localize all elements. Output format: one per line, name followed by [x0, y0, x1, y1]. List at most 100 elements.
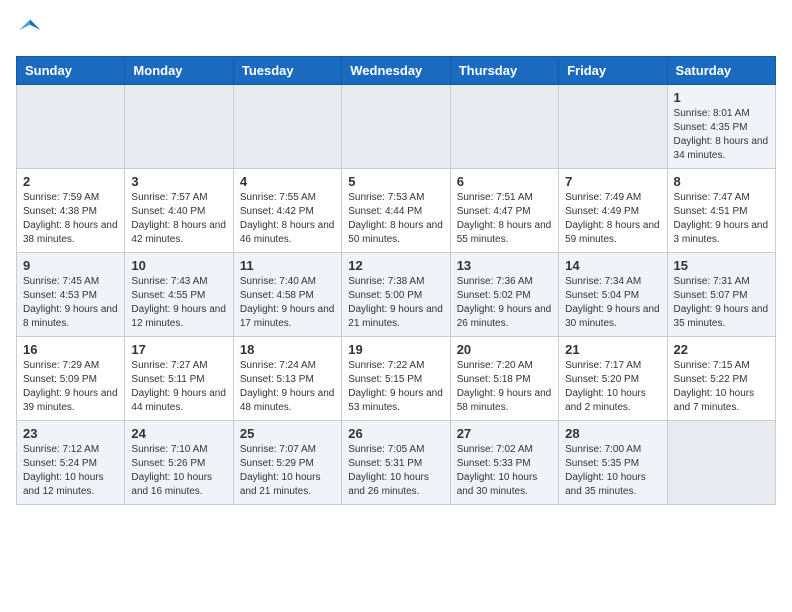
day-number: 5: [348, 174, 443, 189]
calendar-cell: 23 Sunrise: 7:12 AM Sunset: 5:24 PM Dayli…: [17, 421, 125, 505]
day-info: Sunrise: 7:38 AM Sunset: 5:00 PM Dayligh…: [348, 275, 443, 331]
day-number: 21: [565, 342, 660, 357]
calendar-cell: 19 Sunrise: 7:22 AM Sunset: 5:15 PM Dayli…: [342, 337, 450, 421]
day-number: 18: [240, 342, 335, 357]
calendar-cell: [667, 421, 775, 505]
day-number: 14: [565, 258, 660, 273]
calendar-week-row: 16 Sunrise: 7:29 AM Sunset: 5:09 PM Dayli…: [17, 337, 776, 421]
day-info: Sunrise: 7:45 AM Sunset: 4:53 PM Dayligh…: [23, 275, 118, 331]
day-info: Sunrise: 7:12 AM Sunset: 5:24 PM Dayligh…: [23, 443, 118, 499]
day-number: 12: [348, 258, 443, 273]
weekday-header-saturday: Saturday: [667, 57, 775, 85]
day-info: Sunrise: 7:17 AM Sunset: 5:20 PM Dayligh…: [565, 359, 660, 415]
calendar-cell: 2Sunrise: 7:59 AM Sunset: 4:38 PM Daylig…: [17, 169, 125, 253]
day-info: Sunrise: 7:49 AM Sunset: 4:49 PM Dayligh…: [565, 191, 660, 247]
day-number: 13: [457, 258, 552, 273]
day-number: 15: [674, 258, 769, 273]
calendar-cell: 26 Sunrise: 7:05 AM Sunset: 5:31 PM Dayli…: [342, 421, 450, 505]
calendar-cell: 28Sunrise: 7:00 AM Sunset: 5:35 PM Dayli…: [559, 421, 667, 505]
day-info: Sunrise: 7:15 AM Sunset: 5:22 PM Dayligh…: [674, 359, 769, 415]
day-info: Sunrise: 7:51 AM Sunset: 4:47 PM Dayligh…: [457, 191, 552, 247]
day-info: Sunrise: 7:22 AM Sunset: 5:15 PM Dayligh…: [348, 359, 443, 415]
calendar-cell: 7Sunrise: 7:49 AM Sunset: 4:49 PM Daylig…: [559, 169, 667, 253]
calendar-cell: 17 Sunrise: 7:27 AM Sunset: 5:11 PM Dayli…: [125, 337, 233, 421]
weekday-header-tuesday: Tuesday: [233, 57, 341, 85]
day-info: Sunrise: 7:02 AM Sunset: 5:33 PM Dayligh…: [457, 443, 552, 499]
day-number: 28: [565, 426, 660, 441]
weekday-header-sunday: Sunday: [17, 57, 125, 85]
calendar-cell: [233, 85, 341, 169]
day-number: 10: [131, 258, 226, 273]
calendar-cell: [17, 85, 125, 169]
weekday-header-thursday: Thursday: [450, 57, 558, 85]
day-number: 1: [674, 90, 769, 105]
calendar-week-row: 1 Sunrise: 8:01 AM Sunset: 4:35 PM Daylig…: [17, 85, 776, 169]
day-number: 17: [131, 342, 226, 357]
day-number: 22: [674, 342, 769, 357]
day-info: Sunrise: 7:05 AM Sunset: 5:31 PM Dayligh…: [348, 443, 443, 499]
calendar-cell: 10 Sunrise: 7:43 AM Sunset: 4:55 PM Dayli…: [125, 253, 233, 337]
day-info: Sunrise: 7:36 AM Sunset: 5:02 PM Dayligh…: [457, 275, 552, 331]
day-number: 19: [348, 342, 443, 357]
day-info: Sunrise: 7:47 AM Sunset: 4:51 PM Dayligh…: [674, 191, 769, 247]
calendar-cell: [342, 85, 450, 169]
day-number: 20: [457, 342, 552, 357]
day-number: 6: [457, 174, 552, 189]
calendar-cell: 15 Sunrise: 7:31 AM Sunset: 5:07 PM Dayli…: [667, 253, 775, 337]
day-info: Sunrise: 7:40 AM Sunset: 4:58 PM Dayligh…: [240, 275, 335, 331]
logo-icon: [16, 16, 44, 44]
calendar-week-row: 9 Sunrise: 7:45 AM Sunset: 4:53 PM Daylig…: [17, 253, 776, 337]
calendar-cell: 12 Sunrise: 7:38 AM Sunset: 5:00 PM Dayli…: [342, 253, 450, 337]
day-info: Sunrise: 7:34 AM Sunset: 5:04 PM Dayligh…: [565, 275, 660, 331]
calendar-cell: 13 Sunrise: 7:36 AM Sunset: 5:02 PM Dayli…: [450, 253, 558, 337]
calendar-cell: 16 Sunrise: 7:29 AM Sunset: 5:09 PM Dayli…: [17, 337, 125, 421]
calendar-cell: [125, 85, 233, 169]
day-info: Sunrise: 7:24 AM Sunset: 5:13 PM Dayligh…: [240, 359, 335, 415]
calendar-cell: 3 Sunrise: 7:57 AM Sunset: 4:40 PM Daylig…: [125, 169, 233, 253]
calendar-cell: 20 Sunrise: 7:20 AM Sunset: 5:18 PM Dayli…: [450, 337, 558, 421]
calendar-week-row: 2Sunrise: 7:59 AM Sunset: 4:38 PM Daylig…: [17, 169, 776, 253]
calendar-cell: 21 Sunrise: 7:17 AM Sunset: 5:20 PM Dayli…: [559, 337, 667, 421]
calendar-header-row: SundayMondayTuesdayWednesdayThursdayFrid…: [17, 57, 776, 85]
day-info: Sunrise: 7:20 AM Sunset: 5:18 PM Dayligh…: [457, 359, 552, 415]
weekday-header-wednesday: Wednesday: [342, 57, 450, 85]
day-number: 11: [240, 258, 335, 273]
day-info: Sunrise: 7:31 AM Sunset: 5:07 PM Dayligh…: [674, 275, 769, 331]
calendar-week-row: 23 Sunrise: 7:12 AM Sunset: 5:24 PM Dayli…: [17, 421, 776, 505]
calendar-cell: 4 Sunrise: 7:55 AM Sunset: 4:42 PM Daylig…: [233, 169, 341, 253]
day-number: 16: [23, 342, 118, 357]
day-number: 4: [240, 174, 335, 189]
day-info: Sunrise: 7:59 AM Sunset: 4:38 PM Dayligh…: [23, 191, 118, 247]
calendar-cell: 27 Sunrise: 7:02 AM Sunset: 5:33 PM Dayli…: [450, 421, 558, 505]
calendar-cell: 8 Sunrise: 7:47 AM Sunset: 4:51 PM Daylig…: [667, 169, 775, 253]
calendar-cell: 14 Sunrise: 7:34 AM Sunset: 5:04 PM Dayli…: [559, 253, 667, 337]
day-info: Sunrise: 7:27 AM Sunset: 5:11 PM Dayligh…: [131, 359, 226, 415]
day-info: Sunrise: 7:07 AM Sunset: 5:29 PM Dayligh…: [240, 443, 335, 499]
day-info: Sunrise: 8:01 AM Sunset: 4:35 PM Dayligh…: [674, 107, 769, 163]
calendar-cell: 9 Sunrise: 7:45 AM Sunset: 4:53 PM Daylig…: [17, 253, 125, 337]
calendar-cell: 25 Sunrise: 7:07 AM Sunset: 5:29 PM Dayli…: [233, 421, 341, 505]
day-number: 3: [131, 174, 226, 189]
day-number: 23: [23, 426, 118, 441]
calendar: SundayMondayTuesdayWednesdayThursdayFrid…: [16, 56, 776, 505]
calendar-cell: 6 Sunrise: 7:51 AM Sunset: 4:47 PM Daylig…: [450, 169, 558, 253]
day-number: 27: [457, 426, 552, 441]
day-info: Sunrise: 7:43 AM Sunset: 4:55 PM Dayligh…: [131, 275, 226, 331]
day-number: 9: [23, 258, 118, 273]
day-info: Sunrise: 7:55 AM Sunset: 4:42 PM Dayligh…: [240, 191, 335, 247]
calendar-cell: 1 Sunrise: 8:01 AM Sunset: 4:35 PM Daylig…: [667, 85, 775, 169]
day-number: 8: [674, 174, 769, 189]
day-number: 25: [240, 426, 335, 441]
day-info: Sunrise: 7:29 AM Sunset: 5:09 PM Dayligh…: [23, 359, 118, 415]
page-header: [16, 16, 776, 44]
day-info: Sunrise: 7:10 AM Sunset: 5:26 PM Dayligh…: [131, 443, 226, 499]
weekday-header-monday: Monday: [125, 57, 233, 85]
calendar-cell: 18 Sunrise: 7:24 AM Sunset: 5:13 PM Dayli…: [233, 337, 341, 421]
logo: [16, 16, 48, 44]
day-number: 24: [131, 426, 226, 441]
day-info: Sunrise: 7:57 AM Sunset: 4:40 PM Dayligh…: [131, 191, 226, 247]
calendar-cell: 5Sunrise: 7:53 AM Sunset: 4:44 PM Daylig…: [342, 169, 450, 253]
day-number: 26: [348, 426, 443, 441]
calendar-cell: [450, 85, 558, 169]
weekday-header-friday: Friday: [559, 57, 667, 85]
